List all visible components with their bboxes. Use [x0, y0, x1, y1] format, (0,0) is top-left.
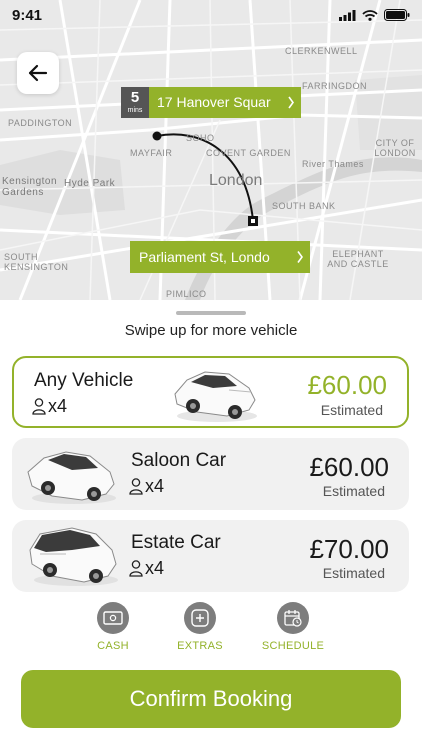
confirm-booking-button[interactable]: Confirm Booking: [21, 670, 401, 728]
map-label-kensington-gardens: Kensington Gardens: [2, 176, 58, 198]
cash-icon: [97, 602, 129, 634]
vehicle-name: Estate Car: [131, 532, 221, 553]
map-label-elephant: ELEPHANT AND CASTLE: [327, 249, 389, 269]
price-note: Estimated: [320, 402, 383, 418]
map[interactable]: PADDINGTON MAYFAIR SOHO COVENT GARDEN CL…: [0, 0, 422, 300]
vehicle-option-any[interactable]: Any Vehicle x4 £60.00 Estimated: [12, 356, 409, 428]
map-label-soho: SOHO: [186, 133, 215, 143]
booking-options: CASH EXTRAS SCHEDULE: [0, 602, 422, 662]
vehicle-sheet: Swipe up for more vehicle Any Vehicle x4…: [0, 300, 422, 750]
map-label-south-bank: SOUTH BANK: [272, 201, 336, 211]
pickup-address: 17 Hanover Squar: [157, 94, 271, 110]
option-label: CASH: [97, 640, 129, 652]
back-button[interactable]: [17, 52, 59, 94]
passenger-count: x4: [32, 396, 67, 417]
swipe-hint: Swipe up for more vehicle: [124, 322, 298, 339]
status-time: 9:41: [12, 7, 43, 24]
vehicle-price: £70.00: [309, 534, 389, 564]
option-label: SCHEDULE: [261, 640, 325, 652]
back-arrow-icon: [28, 64, 48, 82]
wifi-icon: [362, 9, 378, 21]
plus-icon: [184, 602, 216, 634]
map-label-clerkenwell: CLERKENWELL: [285, 46, 358, 56]
car-image: [174, 371, 257, 422]
map-label-city: CITY OF LONDON: [374, 138, 416, 158]
option-schedule[interactable]: SCHEDULE: [258, 602, 328, 652]
option-label: EXTRAS: [177, 640, 223, 652]
passenger-count-text: x4: [145, 558, 165, 578]
sheet-drag-handle[interactable]: [176, 311, 246, 315]
price-note: Estimated: [322, 565, 385, 581]
map-label-farringdon: FARRINGDON: [302, 81, 368, 91]
map-label-river-thames: River Thames: [302, 159, 364, 169]
vehicle-price: £60.00: [307, 370, 387, 400]
status-icons: [339, 9, 410, 21]
eta-badge: 5 mins: [121, 87, 149, 118]
pickup-location-chip[interactable]: 17 Hanover Squar: [149, 87, 301, 118]
map-label-covent-garden: COVENT GARDEN: [206, 148, 291, 158]
signal-icon: [339, 9, 356, 21]
dropoff-address: Parliament St, Londo: [139, 249, 270, 265]
map-label-hyde-park: Hyde Park: [64, 178, 116, 189]
person-icon: [129, 560, 143, 577]
car-image: [29, 527, 118, 586]
map-label-paddington: PADDINGTON: [8, 118, 73, 128]
map-label-south-kensington: SOUTH KENSINGTON: [4, 252, 69, 272]
chevron-right-icon: [287, 87, 295, 118]
price-note: Estimated: [322, 483, 385, 499]
map-label-mayfair: MAYFAIR: [130, 148, 173, 158]
vehicle-option-estate[interactable]: Estate Car x4 £70.00 Estimated: [12, 520, 409, 592]
vehicle-option-saloon[interactable]: Saloon Car x4 £60.00 Estimated: [12, 438, 409, 510]
vehicle-name: Saloon Car: [131, 450, 227, 471]
chevron-right-icon: [296, 241, 304, 273]
calendar-icon: [277, 602, 309, 634]
vehicle-name: Any Vehicle: [34, 370, 134, 391]
battery-icon: [384, 9, 410, 21]
eta-unit: mins: [127, 107, 143, 114]
dropoff-location-chip[interactable]: Parliament St, Londo: [130, 241, 310, 273]
person-icon: [129, 478, 143, 495]
car-image: [27, 451, 116, 504]
option-cash[interactable]: CASH: [78, 602, 148, 652]
passenger-count: x4: [129, 476, 164, 497]
map-label-pimlico: PIMLICO: [166, 289, 207, 299]
option-extras[interactable]: EXTRAS: [165, 602, 235, 652]
person-icon: [32, 398, 46, 415]
passenger-count-text: x4: [145, 476, 165, 496]
eta-value: 5: [130, 89, 140, 106]
vehicle-price: £60.00: [309, 452, 389, 482]
map-label-london: London: [209, 172, 263, 189]
status-bar: 9:41: [0, 0, 422, 30]
passenger-count-text: x4: [48, 396, 68, 416]
passenger-count: x4: [129, 558, 164, 579]
